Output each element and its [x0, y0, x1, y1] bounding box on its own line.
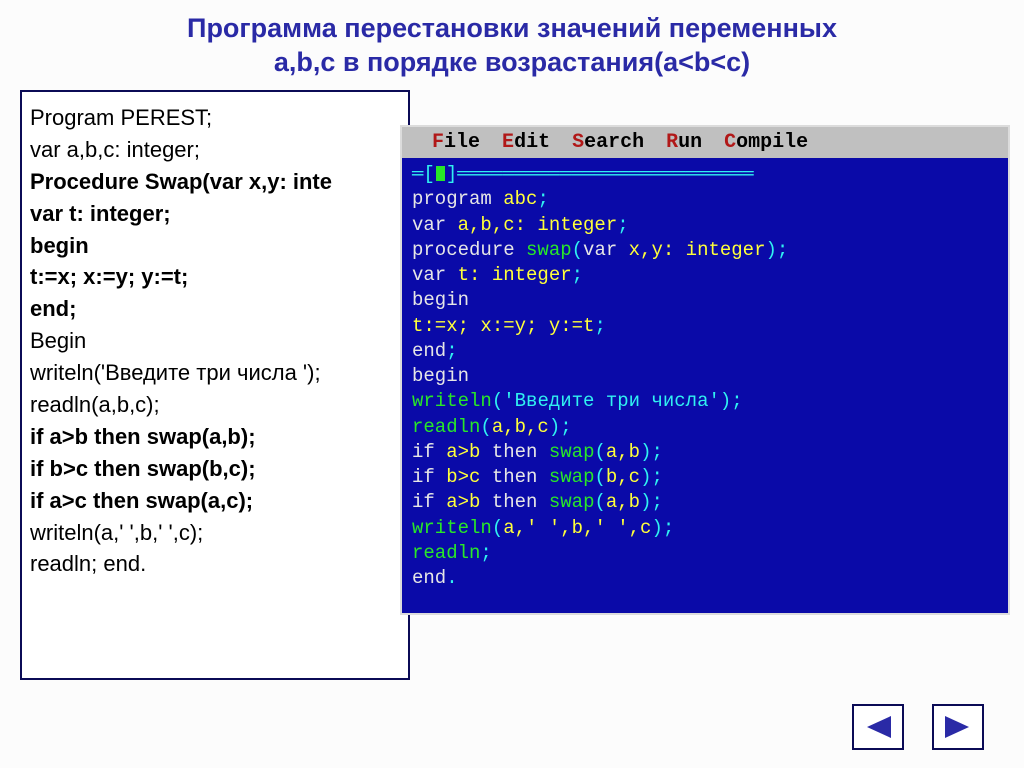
ide-line: program abc;: [412, 187, 998, 212]
ide-line: begin: [412, 288, 998, 313]
ide-line: writeln('Введите три числа');: [412, 389, 998, 414]
code-line: Program PEREST;: [30, 102, 400, 134]
code-line: if a>c then swap(a,c);: [30, 485, 400, 517]
ide-line: t:=x; x:=y; y:=t;: [412, 314, 998, 339]
ide-frame-indicator: ═[]══════════════════════════: [412, 162, 998, 187]
title-line1: Программа перестановки значений переменн…: [40, 12, 984, 46]
code-line: Procedure Swap(var x,y: inte: [30, 166, 400, 198]
code-line: var a,b,c: integer;: [30, 134, 400, 166]
code-line: writeln('Введите три числа ');: [30, 357, 400, 389]
ide-line: if a>b then swap(a,b);: [412, 440, 998, 465]
ide-menubar: File Edit Search Run Compile: [402, 127, 1008, 158]
ide-line: writeln(a,' ',b,' ',c);: [412, 516, 998, 541]
code-line: if b>c then swap(b,c);: [30, 453, 400, 485]
code-line: Begin: [30, 325, 400, 357]
menu-search[interactable]: Search: [572, 131, 644, 154]
cursor-icon: [436, 166, 445, 181]
menu-compile[interactable]: Compile: [724, 131, 808, 154]
code-line: if a>b then swap(a,b);: [30, 421, 400, 453]
triangle-right-icon: [943, 714, 973, 740]
ide-line: var a,b,c: integer;: [412, 213, 998, 238]
ide-editor[interactable]: ═[]══════════════════════════ program ab…: [402, 158, 1008, 596]
ide-line: var t: integer;: [412, 263, 998, 288]
code-line: begin: [30, 230, 400, 262]
ide-line: begin: [412, 364, 998, 389]
source-code-box: Program PEREST; var a,b,c: integer; Proc…: [20, 90, 410, 680]
ide-line: readln(a,b,c);: [412, 415, 998, 440]
slide-title: Программа перестановки значений переменн…: [0, 0, 1024, 86]
code-line: end;: [30, 293, 400, 325]
ide-line: readln;: [412, 541, 998, 566]
ide-line: procedure swap(var x,y: integer);: [412, 238, 998, 263]
menu-file[interactable]: File: [408, 131, 480, 154]
ide-line: end.: [412, 566, 998, 591]
code-line: readln(a,b,c);: [30, 389, 400, 421]
next-slide-button[interactable]: [932, 704, 984, 750]
menu-run[interactable]: Run: [666, 131, 702, 154]
menu-edit[interactable]: Edit: [502, 131, 550, 154]
ide-line: end;: [412, 339, 998, 364]
title-line2: a,b,c в порядке возрастания(a<b<c): [40, 46, 984, 80]
code-line: t:=x; x:=y; y:=t;: [30, 261, 400, 293]
ide-line: if b>c then swap(b,c);: [412, 465, 998, 490]
code-line: var t: integer;: [30, 198, 400, 230]
prev-slide-button[interactable]: [852, 704, 904, 750]
ide-window: File Edit Search Run Compile ═[]════════…: [400, 125, 1010, 615]
triangle-left-icon: [863, 714, 893, 740]
content-area: Program PEREST; var a,b,c: integer; Proc…: [20, 90, 1004, 698]
ide-line: if a>b then swap(a,b);: [412, 490, 998, 515]
code-line: readln; end.: [30, 548, 400, 580]
code-line: writeln(a,' ',b,' ',c);: [30, 517, 400, 549]
slide-nav: [852, 704, 984, 750]
